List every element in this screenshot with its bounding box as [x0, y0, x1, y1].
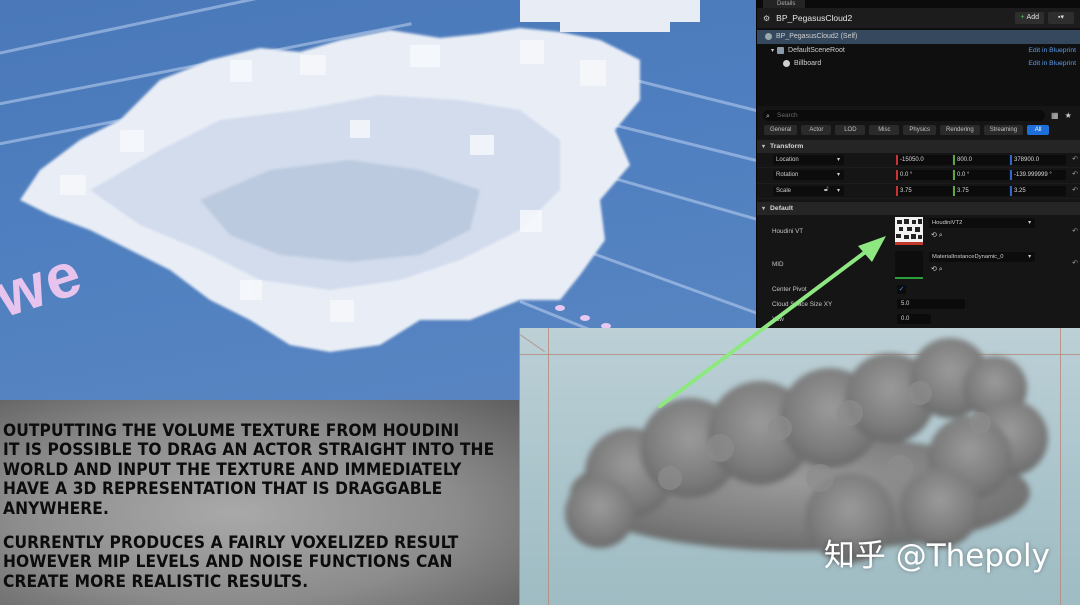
category-general[interactable]: General [764, 125, 798, 135]
houdini-vt-thumbnail[interactable] [895, 216, 923, 245]
add-component-button[interactable]: + Add [1015, 12, 1044, 24]
lock-icon[interactable]: 🔓︎ [824, 186, 829, 194]
tab-strip: Details [757, 0, 1080, 8]
caption-paragraph: Currently produces a fairly voxelized re… [3, 533, 459, 592]
search-input[interactable]: Search ⌕ [763, 109, 1045, 121]
mid-dropdown[interactable]: MaterialInstanceDynamic_0 ▾ [929, 251, 1035, 262]
mid-label: MID [772, 260, 784, 268]
property-location: Location ▾ -15050.0 800.0 378900.0 ↶ [757, 153, 1080, 169]
component-tree: BP_PegasusCloud2 (Self) ▾ DefaultSceneRo… [757, 28, 1080, 106]
rotation-y-field[interactable]: 0.0 ° [953, 170, 1009, 181]
browse-icon[interactable]: ⟲ ⌕ [931, 265, 943, 274]
blueprint-options-button[interactable]: ▪▾ [1048, 12, 1074, 24]
reset-icon[interactable]: ↶ [1072, 170, 1078, 178]
location-x-field[interactable]: -15050.0 [896, 155, 952, 165]
section-default[interactable]: ▾ Default [757, 201, 1080, 215]
default-properties: Houdini VT HoudiniVT2 ▾ ⟲ ⌕ ↶ MID Materia… [757, 215, 1080, 328]
category-lod[interactable]: LOD [835, 125, 866, 135]
actor-icon [765, 33, 772, 41]
texture-preview [895, 216, 923, 245]
actor-title: BP_PegasusCloud2 [776, 13, 853, 23]
watermark: 知乎 @Thepoly [823, 538, 1050, 574]
center-pivot-checkbox[interactable]: ✓ [897, 284, 906, 294]
category-all[interactable]: All [1027, 125, 1050, 135]
browse-icon[interactable]: ⟲ ⌕ [931, 231, 943, 240]
rotation-z-field[interactable]: -139.999999 ° [1010, 170, 1066, 181]
tree-item-billboard[interactable]: Billboard Edit in Blueprint [757, 57, 1080, 71]
center-pivot-label: Center Pivot [772, 285, 807, 293]
tree-item-defaultsceneroot[interactable]: ▾ DefaultSceneRoot Edit in Blueprint [757, 44, 1080, 58]
actor-icon: ⚙ [763, 13, 771, 23]
cloud-space-label: Cloud Space Size XY [772, 300, 833, 308]
edit-in-blueprint-link[interactable]: Edit in Blueprint [1028, 60, 1076, 67]
caption-panel: Outputting the volume texture from Houdi… [0, 400, 520, 605]
caption-paragraph: Outputting the volume texture from Houdi… [3, 421, 495, 519]
category-actor[interactable]: Actor [801, 125, 832, 135]
render-view[interactable]: 知乎 @Thepoly [519, 328, 1080, 605]
category-rendering[interactable]: Rendering [940, 125, 980, 135]
search-icon: ⌕ [766, 112, 770, 120]
houdini-vt-label: Houdini VT [772, 227, 804, 235]
tab-details[interactable]: Details [763, 0, 806, 8]
scale-x-field[interactable]: 3.75 [896, 185, 952, 196]
scale-y-field[interactable]: 3.75 [953, 185, 1009, 196]
category-streaming[interactable]: Streaming [983, 125, 1024, 135]
houdini-vt-dropdown[interactable]: HoudiniVT2 ▾ [929, 217, 1035, 228]
reset-icon[interactable]: ↶ [1072, 155, 1078, 163]
details-panel[interactable]: Details ⚙ BP_PegasusCloud2 + Add ▪▾ BP_Pe… [756, 0, 1080, 328]
property-scale: Scale ▾ 🔓︎ 3.75 3.75 3.25 ↶ [757, 184, 1080, 199]
section-transform[interactable]: ▾ Transform [757, 140, 1080, 153]
location-y-field[interactable]: 800.0 [953, 155, 1009, 165]
reset-icon[interactable]: ↶ [1072, 227, 1078, 235]
yaw-label: Yaw [772, 315, 784, 323]
collapse-icon: ▾ [762, 205, 766, 212]
yaw-field[interactable]: 0.0 [897, 313, 931, 324]
search-row: Search ⌕ ▦ ★ [757, 107, 1080, 123]
collapse-icon: ▾ [762, 144, 766, 150]
cloud-space-field[interactable]: 5.0 [897, 298, 965, 309]
details-header: ⚙ BP_PegasusCloud2 + Add ▪▾ [757, 8, 1080, 28]
scale-dropdown[interactable]: Scale ▾ [773, 185, 844, 196]
billboard-icon [783, 60, 790, 68]
reset-icon[interactable]: ↶ [1072, 259, 1078, 267]
edit-in-blueprint-link[interactable]: Edit in Blueprint [1028, 47, 1076, 54]
category-filter-row: General Actor LOD Misc Physics Rendering… [757, 123, 1080, 137]
mid-thumbnail[interactable] [895, 250, 923, 279]
rotation-dropdown[interactable]: Rotation ▾ [773, 170, 844, 181]
reset-icon[interactable]: ↶ [1072, 186, 1078, 194]
star-icon[interactable]: ★ [1065, 111, 1072, 120]
grid-view-icon[interactable]: ▦ [1051, 111, 1059, 120]
expand-icon: ▾ [771, 47, 775, 54]
category-misc[interactable]: Misc [869, 125, 900, 135]
location-z-field[interactable]: 378900.0 [1010, 155, 1066, 165]
tree-item-self[interactable]: BP_PegasusCloud2 (Self) [757, 30, 1080, 44]
location-dropdown[interactable]: Location ▾ [773, 155, 844, 165]
scene-root-icon [777, 46, 785, 54]
property-rotation: Rotation ▾ 0.0 ° 0.0 ° -139.999999 ° ↶ [757, 168, 1080, 184]
scale-z-field[interactable]: 3.25 [1010, 185, 1066, 196]
category-physics[interactable]: Physics [903, 125, 937, 135]
rotation-x-field[interactable]: 0.0 ° [896, 170, 952, 181]
